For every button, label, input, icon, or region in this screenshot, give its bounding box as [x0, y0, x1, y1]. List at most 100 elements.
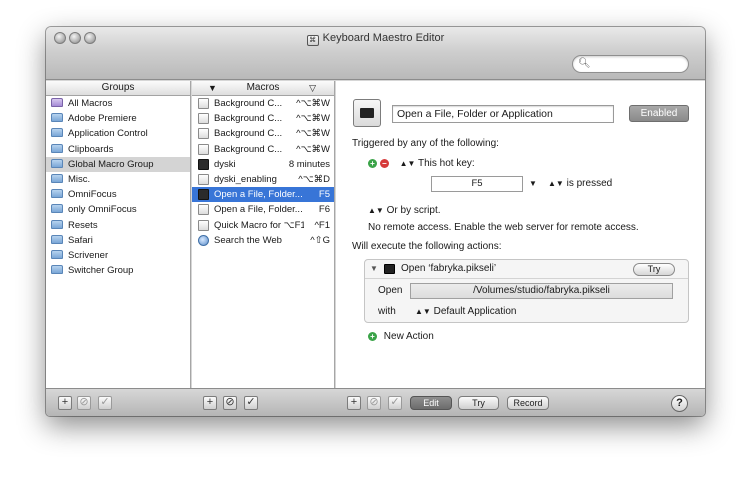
add-trigger-icon[interactable]: +: [368, 159, 377, 168]
remove-trigger-icon[interactable]: −: [379, 159, 389, 168]
group-item-label: OmniFocus: [68, 189, 117, 201]
disk-icon: [198, 158, 209, 170]
action-try-button[interactable]: Try: [633, 263, 675, 276]
enable-group-button[interactable]: ✓: [98, 396, 112, 410]
group-item-label: All Macros: [68, 98, 113, 109]
pressed-label[interactable]: is pressed: [567, 178, 613, 189]
disable-macro-button[interactable]: ⊘: [223, 396, 237, 410]
application-stepper-icon: ▲▼: [415, 307, 431, 316]
folder-icon: [51, 219, 63, 229]
folder-icon: [51, 204, 63, 214]
group-item[interactable]: Misc.: [46, 172, 190, 187]
title-bar: ⌘ Keyboard Maestro Editor 🔍︎: [46, 27, 705, 80]
macro-editor-pane: Open a File, Folder or Application Enabl…: [336, 81, 705, 388]
enabled-button[interactable]: Enabled: [629, 105, 689, 122]
add-macro-button[interactable]: +: [203, 396, 217, 410]
add-group-button[interactable]: +: [58, 396, 72, 410]
group-item[interactable]: Application Control: [46, 126, 190, 141]
group-item[interactable]: Scrivener: [46, 248, 190, 263]
purple-folder-icon: [51, 98, 63, 107]
new-action-row[interactable]: + New Action: [368, 331, 434, 342]
help-button[interactable]: ?: [671, 395, 688, 412]
folder-icon: [51, 173, 63, 183]
macro-item[interactable]: Background C... ^⌥⌘W: [192, 111, 334, 126]
group-item[interactable]: Resets: [46, 218, 190, 233]
new-action-icon[interactable]: +: [368, 332, 377, 341]
script-icon: [198, 98, 209, 109]
macro-item[interactable]: Search the Web ^⇧G: [192, 233, 334, 248]
open-label: Open: [378, 285, 403, 296]
script-icon: [198, 113, 209, 125]
macro-item-trigger: ^⌥⌘W: [296, 128, 330, 140]
group-item-label: Safari: [68, 234, 93, 246]
macro-item[interactable]: Quick Macro for ⌥F1 ^F1: [192, 218, 334, 233]
script-label[interactable]: Or by script.: [387, 205, 441, 216]
disable-action-button[interactable]: ⊘: [367, 396, 381, 410]
macro-item-name: Background C...: [214, 113, 283, 125]
macro-icon-well[interactable]: [353, 99, 381, 127]
enable-action-button[interactable]: ✓: [388, 396, 402, 410]
disclosure-triangle-icon[interactable]: ▼: [370, 264, 378, 273]
application-popup[interactable]: ▲▼ Default Application: [415, 306, 516, 317]
action-title: Open ‘fabryka.pikseli’: [401, 263, 497, 274]
disable-group-button[interactable]: ⊘: [77, 396, 91, 410]
sort-toggle-icon[interactable]: ▽: [309, 81, 316, 95]
group-item[interactable]: Adobe Premiere: [46, 111, 190, 126]
group-item[interactable]: only OmniFocus: [46, 202, 190, 217]
open-file-icon: [384, 264, 395, 274]
group-item-label: Switcher Group: [68, 265, 134, 277]
add-action-button[interactable]: +: [347, 396, 361, 410]
group-item-label: Scrivener: [68, 249, 109, 261]
groups-header[interactable]: Groups: [46, 81, 190, 96]
group-item[interactable]: OmniFocus: [46, 187, 190, 202]
macro-name-field[interactable]: Open a File, Folder or Application: [392, 105, 614, 123]
enable-macro-button[interactable]: ✓: [244, 396, 258, 410]
edit-button[interactable]: Edit: [410, 396, 452, 410]
macro-item-name: Quick Macro for ⌥F1: [214, 219, 304, 231]
search-field[interactable]: 🔍︎: [572, 55, 689, 73]
script-icon: [198, 143, 209, 155]
trigger-type-stepper-icon[interactable]: ▲▼: [400, 159, 416, 168]
quick-macro-icon: [198, 219, 209, 231]
group-item[interactable]: All Macros: [46, 96, 190, 111]
macro-item-trigger: 8 minutes: [288, 158, 330, 170]
new-action-label[interactable]: New Action: [384, 331, 434, 342]
macro-item[interactable]: Open a File, Folder... F6: [192, 202, 334, 217]
group-item[interactable]: Safari: [46, 233, 190, 248]
groups-list: All Macros Adobe Premiere Application Cont…: [46, 96, 190, 278]
folder-icon: [51, 249, 63, 259]
macro-item[interactable]: Open a File, Folder... F5: [192, 187, 334, 203]
path-field[interactable]: /Volumes/studio/fabryka.pikseli: [410, 283, 673, 299]
macro-item-trigger: ^⇧G: [310, 234, 330, 246]
group-item[interactable]: Global Macro Group: [46, 156, 190, 172]
folder-icon: [51, 265, 63, 275]
macro-item[interactable]: dyski_enabling ^⌥⌘D: [192, 172, 334, 187]
application-value: Default Application: [433, 306, 517, 317]
sort-down-icon[interactable]: ▼: [208, 81, 217, 95]
hotkey-field[interactable]: F5: [431, 176, 523, 192]
group-item[interactable]: Clipboards: [46, 142, 190, 157]
pressed-stepper-icon[interactable]: ▲▼: [548, 179, 564, 188]
macro-item[interactable]: Background C... ^⌥⌘W: [192, 126, 334, 141]
execute-label: Will execute the following actions:: [352, 241, 502, 252]
group-item[interactable]: Switcher Group: [46, 263, 190, 278]
group-item-label: Misc.: [68, 173, 91, 185]
macro-item[interactable]: dyski 8 minutes: [192, 157, 334, 172]
hotkey-dropdown-icon[interactable]: ▼: [529, 179, 537, 188]
open-file-icon: [198, 189, 209, 201]
macro-item[interactable]: Background C... ^⌥⌘W: [192, 96, 334, 111]
window-title-text: Keyboard Maestro Editor: [322, 32, 445, 44]
macros-header[interactable]: ▼ Macros ▽: [192, 81, 334, 96]
script-icon: [198, 173, 209, 185]
macro-item-name: Background C...: [214, 143, 283, 155]
macro-item-trigger: F6: [318, 204, 330, 216]
script-stepper-icon[interactable]: ▲▼: [368, 206, 384, 215]
macro-item-name: Background C...: [214, 98, 283, 109]
macros-pane: ▼ Macros ▽ Background C... ^⌥⌘W Background…: [192, 81, 335, 388]
try-button[interactable]: Try: [458, 396, 499, 410]
macro-item-name: Open a File, Folder...: [214, 204, 303, 216]
macro-item[interactable]: Background C... ^⌥⌘W: [192, 142, 334, 157]
record-button[interactable]: Record: [507, 396, 549, 410]
folder-icon: [51, 128, 63, 138]
globe-icon: [198, 234, 209, 246]
